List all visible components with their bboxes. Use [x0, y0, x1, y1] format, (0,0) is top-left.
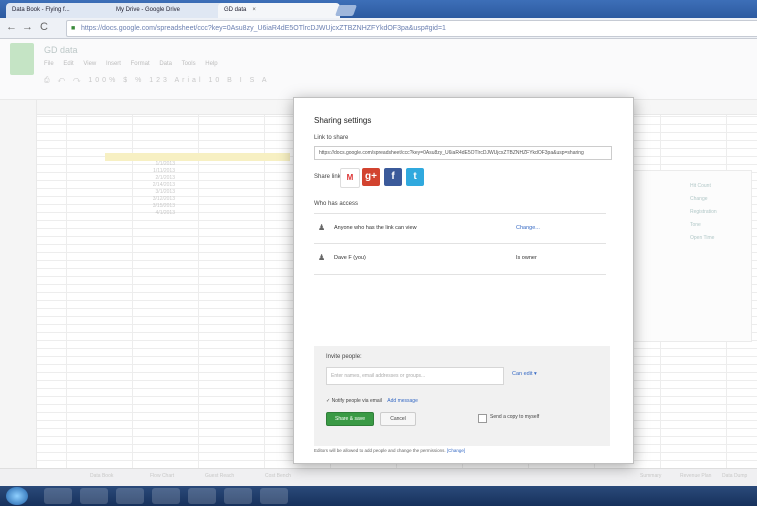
who-has-access-label: Who has access [314, 201, 359, 207]
start-button-icon[interactable] [6, 487, 28, 505]
dialog-title: Sharing settings [314, 116, 372, 125]
twitter-icon[interactable]: t [406, 168, 424, 186]
send-copy-checkbox[interactable] [478, 414, 487, 423]
os-taskbar [0, 486, 757, 506]
link-access-icon: ♟ [318, 223, 326, 232]
back-icon[interactable]: ← [6, 21, 17, 33]
browser-tab-my-drive[interactable]: My Drive - Google Drive [110, 3, 226, 18]
cancel-button[interactable]: Cancel [380, 412, 416, 426]
permission-value: Can edit [512, 371, 533, 377]
send-copy-label[interactable]: Send a copy to myself [490, 414, 539, 420]
close-tab-icon[interactable]: × [252, 7, 256, 13]
address-bar-row: ← → C ■ https://docs.google.com/spreadshe… [0, 18, 757, 39]
tab-label: My Drive - Google Drive [116, 7, 181, 13]
taskbar-app-icon[interactable] [152, 488, 180, 504]
permissions-note: Editors will be allowed to add people an… [314, 448, 465, 453]
reload-icon[interactable]: C [40, 21, 48, 33]
taskbar-app-icon[interactable] [44, 488, 72, 504]
gmail-icon[interactable]: M [340, 168, 360, 188]
invite-people-label: Invite people: [326, 354, 362, 360]
browser-tab-gd-data[interactable]: GD data × [218, 3, 340, 18]
invite-people-input[interactable]: Enter names, email addresses or groups..… [326, 367, 504, 385]
share-link-field[interactable]: https://docs.google.com/spreadsheet/ccc?… [314, 146, 612, 160]
url-field[interactable]: ■ https://docs.google.com/spreadsheet/ccc… [66, 20, 757, 37]
dropdown-arrow-icon: ▾ [534, 371, 537, 377]
change-permissions-link[interactable]: [Change] [447, 448, 465, 453]
invite-people-panel: Invite people: Enter names, email addres… [314, 346, 610, 446]
facebook-icon[interactable]: f [384, 168, 402, 186]
link-access-text: Anyone who has the link can view [334, 225, 417, 231]
notify-label[interactable]: Notify people via email [332, 398, 382, 404]
taskbar-app-icon[interactable] [224, 488, 252, 504]
permissions-note-text: Editors will be allowed to add people an… [314, 448, 446, 453]
owner-name: Dave F (you) [334, 255, 366, 261]
owner-person-icon: ♟ [318, 253, 326, 262]
taskbar-app-icon[interactable] [80, 488, 108, 504]
new-tab-button[interactable] [334, 5, 358, 16]
add-message-link[interactable]: Add message [387, 398, 418, 404]
owner-role: Is owner [516, 255, 537, 261]
tab-label: GD data [224, 7, 247, 13]
browser-tab-bar: Data Book - Flying f... My Drive - Googl… [0, 0, 757, 18]
sharing-settings-dialog: Sharing settings Link to share https://d… [293, 97, 634, 464]
divider [314, 274, 606, 275]
notify-row: ✓ Notify people via email Add message [326, 398, 418, 404]
link-to-share-label: Link to share [314, 135, 349, 141]
browser-tab-data-book[interactable]: Data Book - Flying f... [6, 3, 118, 18]
divider [314, 243, 606, 244]
lock-icon: ■ [71, 25, 76, 32]
change-access-link[interactable]: Change... [516, 225, 540, 231]
google-plus-icon[interactable]: g+ [362, 168, 380, 186]
taskbar-app-icon[interactable] [188, 488, 216, 504]
tab-label: Data Book - Flying f... [12, 7, 70, 13]
forward-icon[interactable]: → [22, 21, 33, 33]
divider [314, 213, 606, 214]
checkmark-icon[interactable]: ✓ [326, 398, 330, 404]
permission-dropdown[interactable]: Can edit ▾ [512, 371, 537, 377]
taskbar-app-icon[interactable] [116, 488, 144, 504]
share-and-save-button[interactable]: Share & save [326, 412, 374, 426]
url-text: https://docs.google.com/spreadsheet/ccc?… [81, 25, 446, 32]
taskbar-app-icon[interactable] [260, 488, 288, 504]
